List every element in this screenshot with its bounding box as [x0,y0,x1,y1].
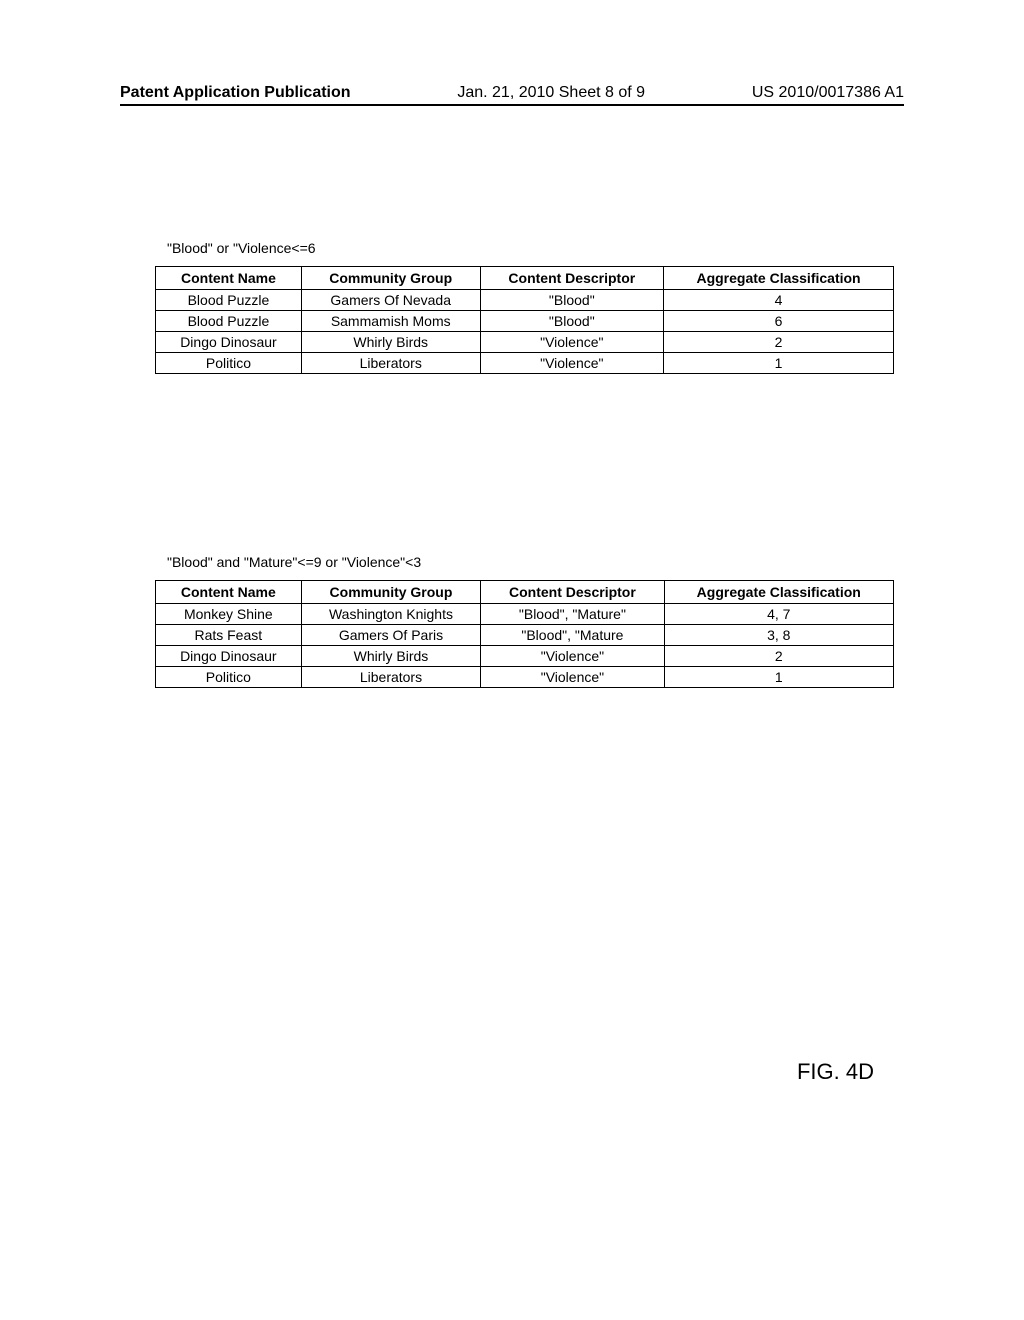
table-row: Rats Feast Gamers Of Paris "Blood", "Mat… [156,625,894,646]
col-content-name: Content Name [156,267,302,290]
cell-content-name: Dingo Dinosaur [156,646,302,667]
cell-community-group: Gamers Of Paris [301,625,481,646]
cell-aggregate-classification: 2 [664,646,894,667]
col-community-group: Community Group [301,267,480,290]
cell-community-group: Whirly Birds [301,646,481,667]
header-date-sheet: Jan. 21, 2010 Sheet 8 of 9 [457,84,645,102]
cell-content-descriptor: "Blood", "Mature [481,625,664,646]
table-row: Blood Puzzle Sammamish Moms "Blood" 6 [156,311,894,332]
cell-content-descriptor: "Violence" [481,667,664,688]
cell-content-descriptor: "Blood", "Mature" [481,604,664,625]
data-table-2: Content Name Community Group Content Des… [155,580,894,688]
table-header-row: Content Name Community Group Content Des… [156,267,894,290]
table-row: Blood Puzzle Gamers Of Nevada "Blood" 4 [156,290,894,311]
cell-content-name: Politico [156,353,302,374]
cell-community-group: Sammamish Moms [301,311,480,332]
col-aggregate-classification: Aggregate Classification [664,581,894,604]
header-publication: Patent Application Publication [120,84,351,102]
cell-community-group: Whirly Birds [301,332,480,353]
table-row: Dingo Dinosaur Whirly Birds "Violence" 2 [156,332,894,353]
cell-content-name: Rats Feast [156,625,302,646]
cell-aggregate-classification: 4, 7 [664,604,894,625]
table-row: Dingo Dinosaur Whirly Birds "Violence" 2 [156,646,894,667]
header-patent-number: US 2010/0017386 A1 [752,84,904,102]
cell-content-descriptor: "Violence" [480,332,664,353]
cell-aggregate-classification: 1 [664,353,894,374]
query-label-1: "Blood" or "Violence<=6 [167,240,894,256]
section-1: "Blood" or "Violence<=6 Content Name Com… [155,240,894,374]
cell-content-descriptor: "Violence" [480,353,664,374]
col-content-name: Content Name [156,581,302,604]
col-content-descriptor: Content Descriptor [480,267,664,290]
table-row: Monkey Shine Washington Knights "Blood",… [156,604,894,625]
cell-content-name: Politico [156,667,302,688]
cell-aggregate-classification: 1 [664,667,894,688]
cell-aggregate-classification: 3, 8 [664,625,894,646]
figure-label: FIG. 4D [797,1059,874,1085]
cell-content-descriptor: "Blood" [480,311,664,332]
cell-content-name: Monkey Shine [156,604,302,625]
section-2: "Blood" and "Mature"<=9 or "Violence"<3 … [155,554,894,688]
query-label-2: "Blood" and "Mature"<=9 or "Violence"<3 [167,554,894,570]
col-community-group: Community Group [301,581,481,604]
col-content-descriptor: Content Descriptor [481,581,664,604]
cell-content-descriptor: "Blood" [480,290,664,311]
cell-content-name: Dingo Dinosaur [156,332,302,353]
page-header: Patent Application Publication Jan. 21, … [0,84,1024,106]
cell-content-name: Blood Puzzle [156,290,302,311]
cell-aggregate-classification: 6 [664,311,894,332]
cell-community-group: Gamers Of Nevada [301,290,480,311]
cell-aggregate-classification: 4 [664,290,894,311]
header-line: Patent Application Publication Jan. 21, … [120,84,904,106]
cell-community-group: Liberators [301,667,481,688]
table-row: Politico Liberators "Violence" 1 [156,353,894,374]
col-aggregate-classification: Aggregate Classification [664,267,894,290]
cell-content-descriptor: "Violence" [481,646,664,667]
data-table-1: Content Name Community Group Content Des… [155,266,894,374]
cell-content-name: Blood Puzzle [156,311,302,332]
cell-community-group: Washington Knights [301,604,481,625]
cell-community-group: Liberators [301,353,480,374]
table-header-row: Content Name Community Group Content Des… [156,581,894,604]
cell-aggregate-classification: 2 [664,332,894,353]
content-area: "Blood" or "Violence<=6 Content Name Com… [155,240,894,868]
table-row: Politico Liberators "Violence" 1 [156,667,894,688]
